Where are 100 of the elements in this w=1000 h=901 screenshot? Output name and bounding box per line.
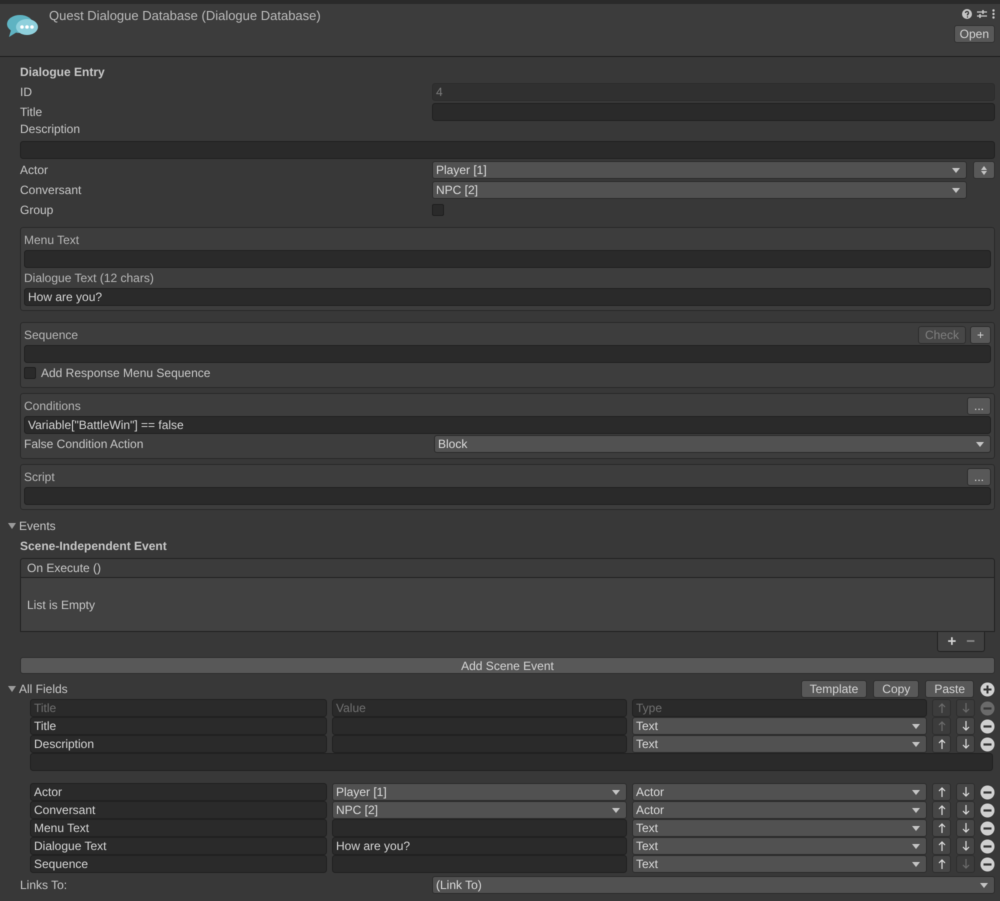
field-label: Links To:	[20, 878, 68, 892]
dropdown[interactable]: NPC [2]	[332, 801, 627, 819]
text-field[interactable]	[24, 487, 991, 505]
minus-circle-icon[interactable]	[980, 718, 995, 734]
arrow-up-icon	[938, 739, 946, 749]
dropdown-value: Actor	[636, 803, 664, 817]
dropdown[interactable]: Actor	[632, 783, 927, 801]
triangle-icon[interactable]	[8, 685, 16, 693]
move-down-button[interactable]	[956, 819, 975, 837]
more-button[interactable]: ...	[966, 397, 991, 415]
text-field[interactable]: Title	[30, 717, 327, 735]
section-heading: Dialogue Entry	[20, 64, 106, 81]
add-scene-event-button[interactable]: Add Scene Event	[20, 657, 995, 674]
minus-circle-icon[interactable]	[980, 838, 995, 854]
dropdown[interactable]: Player [1]	[332, 783, 627, 801]
sliders-icon[interactable]	[977, 9, 987, 19]
dropdown[interactable]: Text	[632, 819, 927, 837]
caret-icon	[912, 724, 920, 728]
arrow-up-icon	[938, 859, 946, 869]
more-menu-icon[interactable]	[992, 9, 995, 19]
dropdown-value: Player [1]	[336, 785, 387, 799]
text-field[interactable]	[30, 753, 993, 771]
field-label: Script	[24, 469, 55, 486]
dropdown-value: Actor	[636, 785, 664, 799]
move-up-button[interactable]	[932, 837, 951, 855]
caret-icon	[912, 742, 920, 746]
plus-circle-icon[interactable]	[980, 682, 995, 696]
checkbox[interactable]	[432, 204, 444, 216]
add-button[interactable]: +	[944, 632, 960, 651]
dropdown[interactable]: Text	[632, 735, 927, 753]
foldout-label[interactable]: Events	[19, 519, 56, 533]
minus-circle-icon[interactable]	[980, 736, 995, 752]
minus-circle-icon[interactable]	[980, 820, 995, 836]
dropdown[interactable]: NPC [2]	[432, 181, 967, 199]
empty-list-text: List is Empty	[27, 598, 96, 612]
dropdown[interactable]: (Link To)	[432, 876, 995, 894]
move-up-button[interactable]	[932, 783, 951, 801]
caret-icon	[952, 188, 960, 192]
more-button[interactable]: ...	[966, 468, 991, 486]
foldout-label[interactable]: All Fields	[19, 682, 68, 696]
dropdown[interactable]: Player [1]	[432, 161, 967, 179]
text-field[interactable]: How are you?	[24, 288, 991, 306]
move-down-button[interactable]	[956, 837, 975, 855]
triangle-icon[interactable]	[8, 522, 16, 530]
up-down-arrows-icon	[981, 166, 987, 174]
text-field[interactable]: Conversant	[30, 801, 327, 819]
text-field[interactable]: Value	[332, 699, 627, 717]
help-icon[interactable]	[962, 9, 972, 19]
dropdown[interactable]: Text	[632, 717, 927, 735]
text-field[interactable]	[24, 345, 991, 363]
arrow-down-icon	[962, 739, 970, 749]
move-down-button[interactable]	[956, 783, 975, 801]
text-field[interactable]: Title	[30, 699, 327, 717]
swap-button[interactable]	[973, 161, 995, 179]
text-field[interactable]: Sequence	[30, 855, 327, 873]
move-up-button[interactable]	[932, 855, 951, 873]
add-button[interactable]: +	[970, 326, 991, 344]
section-heading: Scene-Independent Event	[20, 538, 168, 555]
dropdown[interactable]: Actor	[632, 801, 927, 819]
event-list-header: On Execute ()	[20, 558, 995, 578]
open-button[interactable]: Open	[954, 25, 995, 43]
remove-button[interactable]: −	[963, 632, 978, 651]
text-field[interactable]	[332, 819, 627, 837]
dropdown[interactable]: Text	[632, 855, 927, 873]
text-field[interactable]	[24, 250, 991, 268]
dropdown[interactable]: Block	[434, 435, 991, 453]
text-field[interactable]: Actor	[30, 783, 327, 801]
minus-circle-icon[interactable]	[980, 802, 995, 818]
minus-circle-icon[interactable]	[980, 856, 995, 872]
caret-icon	[976, 442, 984, 446]
move-up-button[interactable]	[932, 735, 951, 753]
text-field[interactable]: Dialogue Text	[30, 837, 327, 855]
arrow-down-icon	[962, 841, 970, 851]
checkbox[interactable]	[24, 367, 36, 379]
text-field[interactable]: Menu Text	[30, 819, 327, 837]
move-down-button[interactable]	[956, 801, 975, 819]
toolbar-button[interactable]: Copy	[873, 680, 920, 698]
arrow-down-icon	[962, 859, 970, 869]
arrow-up-icon	[938, 841, 946, 851]
move-up-button[interactable]	[932, 801, 951, 819]
arrow-up-icon	[938, 823, 946, 833]
field-label: Sequence	[24, 327, 78, 344]
arrow-up-icon	[938, 703, 946, 713]
move-down-button[interactable]	[956, 717, 975, 735]
text-field[interactable]: How are you?	[332, 837, 627, 855]
text-field[interactable]: Type	[632, 699, 927, 717]
dropdown-value: Text	[636, 821, 658, 835]
minus-circle-icon[interactable]	[980, 784, 995, 800]
toolbar-button[interactable]: Template	[800, 680, 868, 698]
dropdown-value: Text	[636, 839, 658, 853]
inspector-title: Quest Dialogue Database (Dialogue Database)	[49, 8, 322, 25]
toolbar-button[interactable]: Paste	[925, 680, 974, 698]
caret-icon	[952, 168, 960, 172]
dropdown[interactable]: Text	[632, 837, 927, 855]
text-field[interactable]: Description	[30, 735, 327, 753]
text-field[interactable]: Variable["BattleWin"] == false	[24, 416, 991, 434]
move-down-button[interactable]	[956, 735, 975, 753]
caret-icon	[912, 826, 920, 830]
dropdown-value: (Link To)	[436, 878, 482, 892]
move-up-button[interactable]	[932, 819, 951, 837]
